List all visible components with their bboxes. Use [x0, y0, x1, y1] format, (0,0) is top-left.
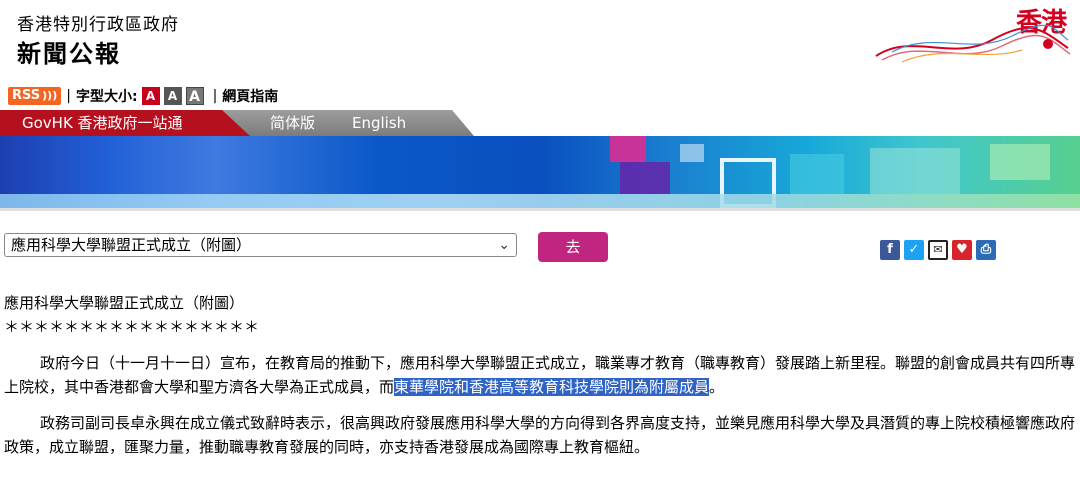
article-paragraph: 政府今日（十一月十一日）宣布，在教育局的推動下，應用科學大學聯盟正式成立，職業專…: [4, 351, 1076, 399]
banner-decoration: [790, 154, 844, 194]
brand-hong-kong-logo[interactable]: 香港: [872, 2, 1072, 68]
header-banner: [0, 136, 1080, 208]
site-guide-link[interactable]: 網頁指南: [222, 86, 278, 106]
email-icon[interactable]: ✉: [928, 240, 948, 260]
facebook-icon[interactable]: f: [880, 240, 900, 260]
font-size-label: 字型大小:: [75, 89, 138, 105]
banner-decoration: [680, 144, 704, 162]
banner-decoration: [610, 136, 646, 162]
rss-feed-icon: ))): [42, 89, 58, 102]
article-paragraph: 政務司副司長卓永興在成立儀式致辭時表示，很高興政府發展應用科學大學的方向得到各界…: [4, 414, 1076, 456]
banner-light-band: [0, 194, 1080, 208]
banner-decoration: [990, 144, 1050, 180]
twitter-icon[interactable]: ✓: [904, 240, 924, 260]
article-select[interactable]: 應用科學大學聯盟正式成立（附圖） ⌄: [4, 233, 517, 257]
selected-text-highlight[interactable]: 東華學院和香港高等教育科技學院則為附屬成員: [394, 378, 710, 396]
article-select-value: 應用科學大學聯盟正式成立（附圖）: [11, 236, 252, 254]
separator: |: [212, 88, 218, 104]
govhk-link[interactable]: GovHK 香港政府一站通: [0, 110, 250, 136]
gov-name: 香港特別行政區政府: [17, 15, 179, 35]
divider: [0, 208, 1080, 211]
bookmark-icon[interactable]: ♥: [952, 240, 972, 260]
press-release-title: 新聞公報: [17, 40, 121, 68]
rss-label: RSS: [12, 88, 41, 103]
font-size-large-button[interactable]: A: [185, 87, 204, 105]
article-title: 應用科學大學聯盟正式成立（附圖）: [4, 294, 245, 312]
rss-button[interactable]: RSS ))): [8, 87, 62, 105]
english-link[interactable]: English: [352, 110, 406, 136]
paragraph-text: 。: [709, 378, 725, 396]
chevron-down-icon: ⌄: [498, 237, 510, 253]
dragon-swoosh-icon: [875, 24, 1071, 63]
article-stars-divider: ＊＊＊＊＊＊＊＊＊＊＊＊＊＊＊＊＊: [4, 318, 260, 336]
font-size-medium-button[interactable]: A: [163, 87, 182, 105]
utility-bar: RSS ))) | 字型大小: A A A | 網頁指南: [8, 85, 278, 107]
print-icon[interactable]: ⎙: [976, 240, 996, 260]
font-size-small-button[interactable]: A: [141, 87, 160, 105]
language-nav-bar: GovHK 香港政府一站通 简体版 English: [0, 110, 1080, 136]
go-button[interactable]: 去: [538, 232, 608, 262]
banner-decoration: [620, 162, 670, 194]
separator: |: [66, 88, 71, 104]
article-body: 應用科學大學聯盟正式成立（附圖） ＊＊＊＊＊＊＊＊＊＊＊＊＊＊＊＊＊ 政府今日（…: [4, 291, 1076, 459]
share-toolbar: f ✓ ✉ ♥ ⎙: [880, 240, 996, 260]
banner-decoration: [870, 148, 960, 194]
simplified-chinese-link[interactable]: 简体版: [270, 110, 315, 136]
